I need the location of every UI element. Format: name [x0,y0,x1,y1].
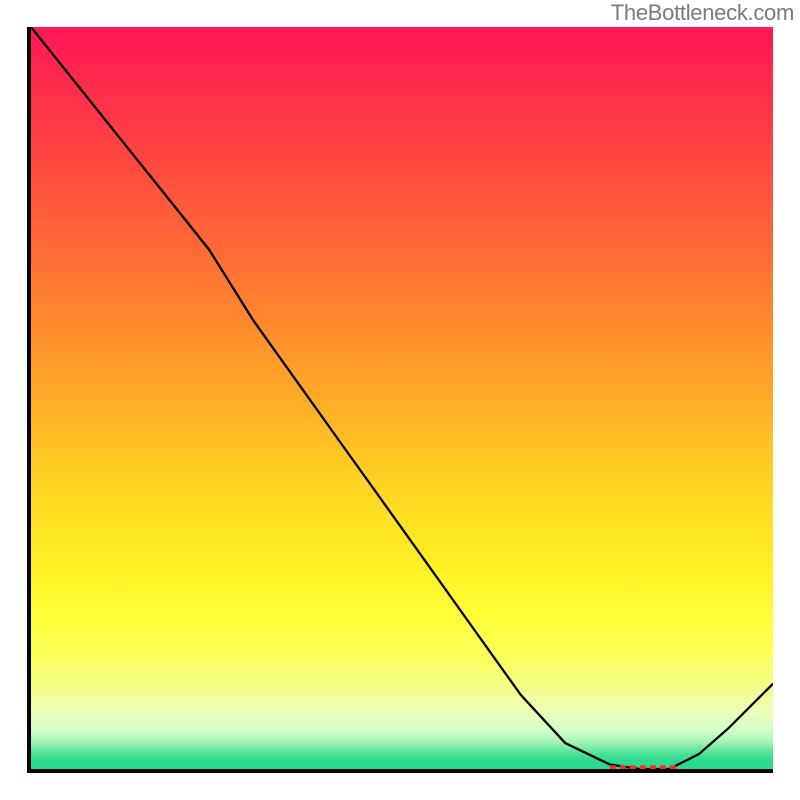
chart-plot-area [27,27,773,773]
chart-line-series [31,27,773,769]
chart-svg [31,27,773,769]
watermark-text: TheBottleneck.com [611,0,794,26]
